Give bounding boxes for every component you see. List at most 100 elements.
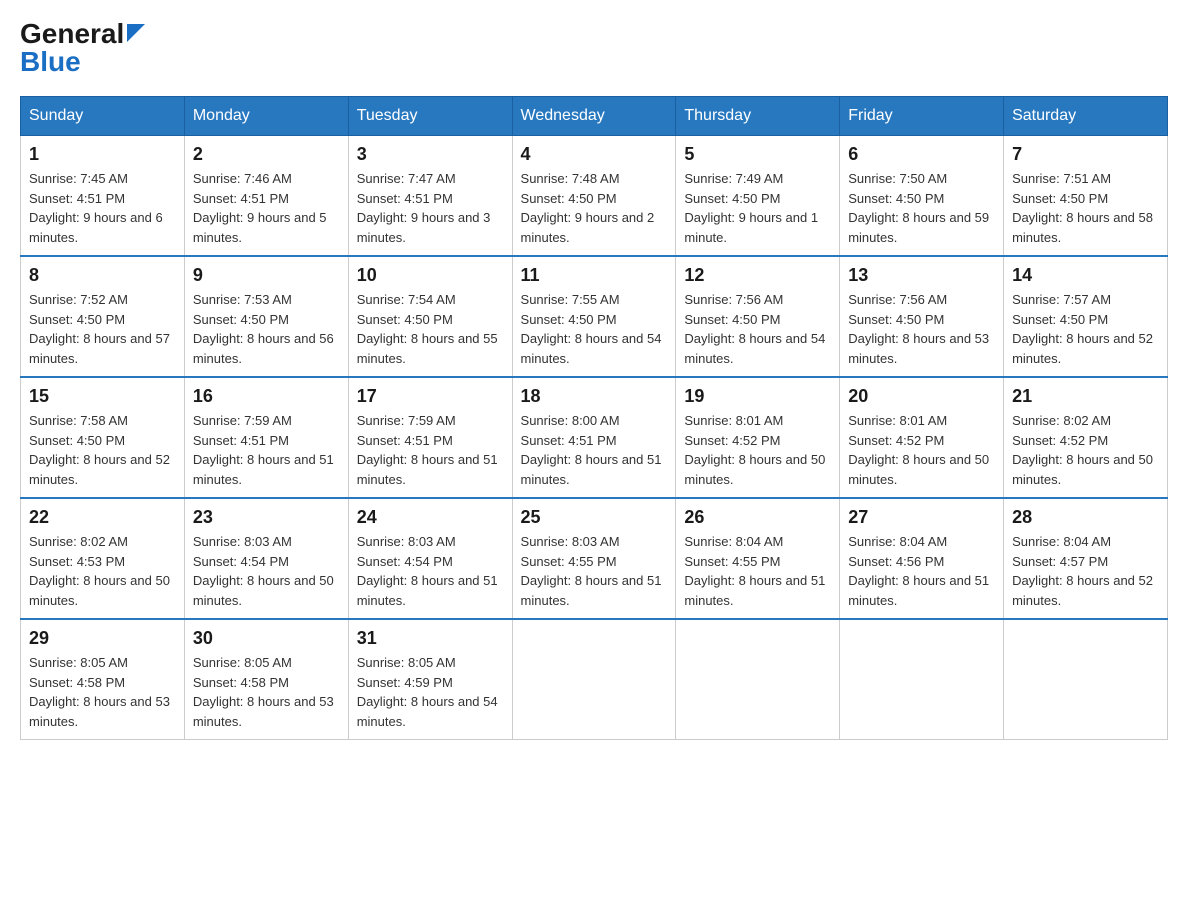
day-info: Sunrise: 7:52 AMSunset: 4:50 PMDaylight:… (29, 290, 176, 368)
day-info: Sunrise: 8:04 AMSunset: 4:57 PMDaylight:… (1012, 532, 1159, 610)
calendar-cell: 13 Sunrise: 7:56 AMSunset: 4:50 PMDayligh… (840, 256, 1004, 377)
logo-blue-text: Blue (20, 48, 81, 76)
day-info: Sunrise: 8:01 AMSunset: 4:52 PMDaylight:… (684, 411, 831, 489)
calendar-table: SundayMondayTuesdayWednesdayThursdayFrid… (20, 96, 1168, 740)
day-number: 22 (29, 507, 176, 528)
day-info: Sunrise: 7:55 AMSunset: 4:50 PMDaylight:… (521, 290, 668, 368)
day-number: 24 (357, 507, 504, 528)
calendar-cell: 19 Sunrise: 8:01 AMSunset: 4:52 PMDayligh… (676, 377, 840, 498)
day-info: Sunrise: 8:03 AMSunset: 4:54 PMDaylight:… (357, 532, 504, 610)
day-info: Sunrise: 7:49 AMSunset: 4:50 PMDaylight:… (684, 169, 831, 247)
day-number: 27 (848, 507, 995, 528)
day-header-friday: Friday (840, 97, 1004, 136)
calendar-cell: 11Sunrise: 7:55 AMSunset: 4:50 PMDayligh… (512, 256, 676, 377)
day-number: 31 (357, 628, 504, 649)
day-info: Sunrise: 8:03 AMSunset: 4:55 PMDaylight:… (521, 532, 668, 610)
calendar-cell: 24 Sunrise: 8:03 AMSunset: 4:54 PMDayligh… (348, 498, 512, 619)
day-number: 2 (193, 144, 340, 165)
day-number: 26 (684, 507, 831, 528)
calendar-cell: 5 Sunrise: 7:49 AMSunset: 4:50 PMDaylight… (676, 136, 840, 257)
day-number: 3 (357, 144, 504, 165)
calendar-cell (1004, 619, 1168, 740)
day-info: Sunrise: 8:04 AMSunset: 4:55 PMDaylight:… (684, 532, 831, 610)
day-info: Sunrise: 7:50 AMSunset: 4:50 PMDaylight:… (848, 169, 995, 247)
day-number: 29 (29, 628, 176, 649)
calendar-cell: 22 Sunrise: 8:02 AMSunset: 4:53 PMDayligh… (21, 498, 185, 619)
day-info: Sunrise: 8:02 AMSunset: 4:52 PMDaylight:… (1012, 411, 1159, 489)
calendar-week-row: 29 Sunrise: 8:05 AMSunset: 4:58 PMDayligh… (21, 619, 1168, 740)
day-info: Sunrise: 7:48 AMSunset: 4:50 PMDaylight:… (521, 169, 668, 247)
day-number: 10 (357, 265, 504, 286)
day-number: 13 (848, 265, 995, 286)
day-info: Sunrise: 8:00 AMSunset: 4:51 PMDaylight:… (521, 411, 668, 489)
calendar-week-row: 8Sunrise: 7:52 AMSunset: 4:50 PMDaylight… (21, 256, 1168, 377)
day-info: Sunrise: 7:46 AMSunset: 4:51 PMDaylight:… (193, 169, 340, 247)
calendar-cell: 29 Sunrise: 8:05 AMSunset: 4:58 PMDayligh… (21, 619, 185, 740)
day-number: 6 (848, 144, 995, 165)
day-number: 14 (1012, 265, 1159, 286)
day-number: 7 (1012, 144, 1159, 165)
calendar-cell (676, 619, 840, 740)
day-number: 25 (521, 507, 668, 528)
day-info: Sunrise: 8:03 AMSunset: 4:54 PMDaylight:… (193, 532, 340, 610)
calendar-cell: 31 Sunrise: 8:05 AMSunset: 4:59 PMDayligh… (348, 619, 512, 740)
calendar-cell: 14 Sunrise: 7:57 AMSunset: 4:50 PMDayligh… (1004, 256, 1168, 377)
calendar-week-row: 22 Sunrise: 8:02 AMSunset: 4:53 PMDayligh… (21, 498, 1168, 619)
calendar-cell: 6 Sunrise: 7:50 AMSunset: 4:50 PMDaylight… (840, 136, 1004, 257)
day-info: Sunrise: 7:57 AMSunset: 4:50 PMDaylight:… (1012, 290, 1159, 368)
day-number: 17 (357, 386, 504, 407)
calendar-cell (512, 619, 676, 740)
day-number: 23 (193, 507, 340, 528)
day-header-wednesday: Wednesday (512, 97, 676, 136)
calendar-cell: 28 Sunrise: 8:04 AMSunset: 4:57 PMDayligh… (1004, 498, 1168, 619)
day-number: 15 (29, 386, 176, 407)
day-info: Sunrise: 7:56 AMSunset: 4:50 PMDaylight:… (684, 290, 831, 368)
day-number: 1 (29, 144, 176, 165)
day-info: Sunrise: 8:04 AMSunset: 4:56 PMDaylight:… (848, 532, 995, 610)
calendar-cell (840, 619, 1004, 740)
day-header-sunday: Sunday (21, 97, 185, 136)
day-number: 18 (521, 386, 668, 407)
calendar-cell: 3 Sunrise: 7:47 AMSunset: 4:51 PMDaylight… (348, 136, 512, 257)
day-info: Sunrise: 8:05 AMSunset: 4:58 PMDaylight:… (193, 653, 340, 731)
calendar-cell: 10 Sunrise: 7:54 AMSunset: 4:50 PMDayligh… (348, 256, 512, 377)
logo-general-text: General (20, 20, 124, 48)
calendar-cell: 4 Sunrise: 7:48 AMSunset: 4:50 PMDaylight… (512, 136, 676, 257)
calendar-cell: 21 Sunrise: 8:02 AMSunset: 4:52 PMDayligh… (1004, 377, 1168, 498)
day-number: 19 (684, 386, 831, 407)
day-number: 28 (1012, 507, 1159, 528)
day-info: Sunrise: 7:56 AMSunset: 4:50 PMDaylight:… (848, 290, 995, 368)
calendar-cell: 25 Sunrise: 8:03 AMSunset: 4:55 PMDayligh… (512, 498, 676, 619)
day-number: 5 (684, 144, 831, 165)
calendar-cell: 9Sunrise: 7:53 AMSunset: 4:50 PMDaylight… (184, 256, 348, 377)
day-info: Sunrise: 7:59 AMSunset: 4:51 PMDaylight:… (193, 411, 340, 489)
logo-arrow-icon (127, 24, 145, 47)
day-number: 16 (193, 386, 340, 407)
calendar-cell: 12Sunrise: 7:56 AMSunset: 4:50 PMDayligh… (676, 256, 840, 377)
day-header-thursday: Thursday (676, 97, 840, 136)
day-info: Sunrise: 8:05 AMSunset: 4:58 PMDaylight:… (29, 653, 176, 731)
calendar-cell: 18 Sunrise: 8:00 AMSunset: 4:51 PMDayligh… (512, 377, 676, 498)
calendar-cell: 27 Sunrise: 8:04 AMSunset: 4:56 PMDayligh… (840, 498, 1004, 619)
day-info: Sunrise: 7:54 AMSunset: 4:50 PMDaylight:… (357, 290, 504, 368)
day-header-saturday: Saturday (1004, 97, 1168, 136)
calendar-cell: 26 Sunrise: 8:04 AMSunset: 4:55 PMDayligh… (676, 498, 840, 619)
logo: General Blue (20, 20, 145, 76)
day-number: 30 (193, 628, 340, 649)
day-info: Sunrise: 8:05 AMSunset: 4:59 PMDaylight:… (357, 653, 504, 731)
day-info: Sunrise: 7:47 AMSunset: 4:51 PMDaylight:… (357, 169, 504, 247)
calendar-week-row: 1Sunrise: 7:45 AMSunset: 4:51 PMDaylight… (21, 136, 1168, 257)
day-info: Sunrise: 8:02 AMSunset: 4:53 PMDaylight:… (29, 532, 176, 610)
calendar-cell: 2 Sunrise: 7:46 AMSunset: 4:51 PMDaylight… (184, 136, 348, 257)
day-info: Sunrise: 7:58 AMSunset: 4:50 PMDaylight:… (29, 411, 176, 489)
day-number: 20 (848, 386, 995, 407)
day-number: 21 (1012, 386, 1159, 407)
page-header: General Blue (20, 20, 1168, 76)
calendar-cell: 23 Sunrise: 8:03 AMSunset: 4:54 PMDayligh… (184, 498, 348, 619)
calendar-cell: 17 Sunrise: 7:59 AMSunset: 4:51 PMDayligh… (348, 377, 512, 498)
calendar-header-row: SundayMondayTuesdayWednesdayThursdayFrid… (21, 97, 1168, 136)
day-number: 4 (521, 144, 668, 165)
calendar-cell: 1Sunrise: 7:45 AMSunset: 4:51 PMDaylight… (21, 136, 185, 257)
calendar-cell: 7Sunrise: 7:51 AMSunset: 4:50 PMDaylight… (1004, 136, 1168, 257)
day-info: Sunrise: 7:59 AMSunset: 4:51 PMDaylight:… (357, 411, 504, 489)
